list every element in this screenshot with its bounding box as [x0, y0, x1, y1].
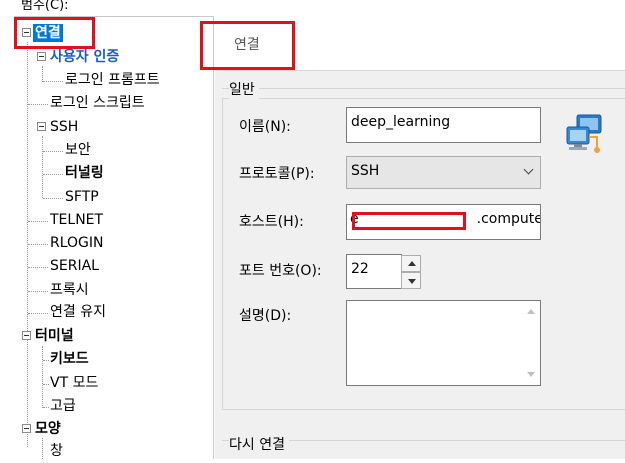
host-input[interactable]: e .compute- — [346, 204, 541, 240]
tree-connector — [42, 136, 43, 198]
tree-connector — [28, 104, 48, 105]
tree-item-label: 창 — [50, 443, 63, 459]
tree-item-label: 연결 — [33, 24, 63, 42]
tree-connector — [28, 244, 48, 245]
category-label: 범주(C): — [21, 0, 69, 13]
tree-item-terminal[interactable]: 터미널 — [22, 326, 76, 348]
arrow-down-icon — [408, 279, 416, 284]
network-computers-icon — [566, 114, 602, 153]
tree-item-label: 사용자 인증 — [50, 49, 120, 65]
tree-item-label: 보안 — [65, 142, 91, 158]
tree-item-label: SERIAL — [50, 258, 99, 274]
tree-item-label: 터미널 — [35, 328, 74, 344]
tree-connector — [42, 438, 43, 459]
port-input[interactable]: 22 — [346, 254, 402, 289]
tree-item-user-auth[interactable]: 사용자 인증 — [37, 47, 121, 69]
tree-item-label: RLOGIN — [50, 235, 104, 251]
tree-item-label: 터널링 — [65, 165, 104, 181]
tree-connector — [28, 221, 48, 222]
host-label: 호스트(H): — [239, 214, 304, 230]
tree-connector — [28, 291, 48, 292]
description-input[interactable] — [346, 300, 541, 386]
group-divider — [222, 88, 625, 89]
description-label: 설명(D): — [239, 308, 292, 324]
tree-item-label: 고급 — [50, 398, 76, 414]
tree-item-label: 로그인 프롬프트 — [65, 72, 160, 88]
tree-item-telnet[interactable]: TELNET — [48, 210, 105, 232]
tree-connector — [28, 313, 48, 314]
protocol-select[interactable]: SSH — [346, 156, 541, 189]
tree-item-serial[interactable]: SERIAL — [48, 256, 101, 278]
tree-item-appearance[interactable]: 모양 — [22, 419, 63, 441]
tree-item-tunneling[interactable]: 터널링 — [63, 163, 106, 185]
tree-item-label: 로그인 스크립트 — [50, 95, 145, 111]
tree-item-keepalive[interactable]: 연결 유지 — [48, 302, 108, 324]
tree-item-connection[interactable]: 연결 — [22, 23, 63, 45]
port-increment-button[interactable] — [401, 255, 421, 272]
collapse-icon[interactable] — [22, 423, 31, 433]
tree-connector — [43, 81, 63, 82]
port-label: 포트 번호(O): — [239, 263, 322, 279]
tree-item-ssh[interactable]: SSH — [37, 117, 80, 139]
tree-connector — [43, 198, 63, 199]
general-group-title: 일반 — [229, 79, 259, 99]
protocol-label: 프로토콜(P): — [239, 166, 315, 182]
tree-item-label: 키보드 — [50, 351, 89, 367]
tree-item-proxy[interactable]: 프록시 — [48, 280, 91, 302]
tree-item-login-script[interactable]: 로그인 스크립트 — [48, 93, 147, 115]
name-label: 이름(N): — [239, 119, 291, 135]
host-value-suffix: .compute- — [476, 211, 541, 227]
tree-item-keyboard[interactable]: 키보드 — [48, 349, 91, 371]
reconnect-group-title: 다시 연결 — [229, 434, 289, 454]
tree-item-rlogin[interactable]: RLOGIN — [48, 233, 106, 255]
tree-item-label: SSH — [50, 119, 79, 135]
tree-item-label: VT 모드 — [50, 375, 99, 391]
tree-connector — [28, 267, 48, 268]
arrow-up-icon — [408, 261, 416, 266]
tree-connector — [43, 174, 63, 175]
description-scrollbar[interactable] — [523, 301, 540, 385]
host-value-prefix: e — [350, 211, 359, 227]
collapse-icon[interactable] — [37, 51, 46, 61]
chevron-down-icon — [523, 164, 534, 175]
protocol-value: SSH — [351, 163, 380, 179]
scroll-up-icon[interactable] — [527, 309, 535, 314]
collapse-icon[interactable] — [22, 330, 31, 340]
name-input[interactable]: deep_learning — [346, 107, 541, 143]
collapse-icon[interactable] — [22, 27, 31, 37]
tree-item-label: 모양 — [35, 421, 61, 437]
collapse-icon[interactable] — [37, 121, 46, 131]
tree-connector — [43, 151, 63, 152]
tree-item-login-prompt[interactable]: 로그인 프롬프트 — [63, 70, 162, 92]
port-decrement-button[interactable] — [401, 272, 421, 289]
tree-item-label: SFTP — [65, 189, 99, 205]
tree-item-sftp[interactable]: SFTP — [63, 187, 101, 209]
scroll-down-icon[interactable] — [527, 372, 535, 377]
tree-item-advanced[interactable]: 고급 — [48, 396, 78, 418]
tree-item-window[interactable]: 창 — [48, 441, 65, 463]
tree-item-label: TELNET — [50, 212, 104, 228]
tree-item-security[interactable]: 보안 — [63, 140, 93, 162]
tree-item-vt-mode[interactable]: VT 모드 — [48, 373, 100, 395]
tree-item-label: 연결 유지 — [50, 304, 106, 320]
tree-item-label: 프록시 — [50, 282, 89, 298]
tree-connector — [42, 346, 43, 408]
panel-header — [215, 16, 625, 71]
panel-title: 연결 — [234, 37, 260, 53]
